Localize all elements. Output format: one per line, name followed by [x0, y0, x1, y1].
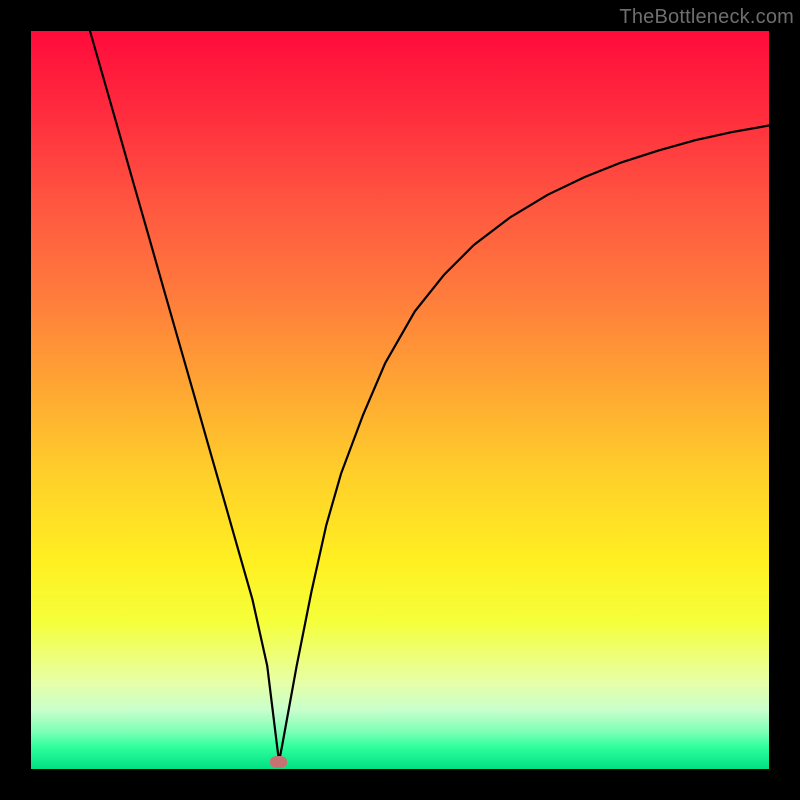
chart-container: TheBottleneck.com — [0, 0, 800, 800]
watermark-text: TheBottleneck.com — [619, 6, 794, 29]
bottleneck-curve — [31, 31, 769, 769]
optimal-point-marker — [270, 756, 287, 768]
plot-area — [31, 31, 769, 769]
